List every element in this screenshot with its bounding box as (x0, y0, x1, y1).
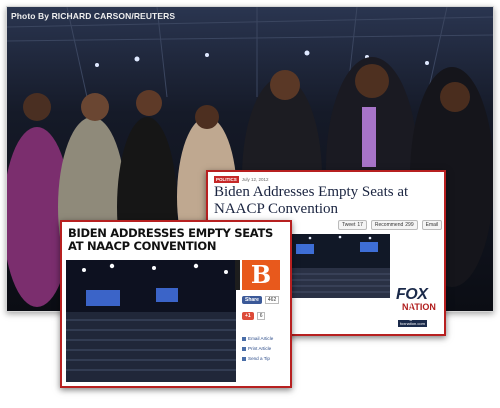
fox-caption: foxnation.com (398, 320, 427, 327)
article-meta: POLITICS July 12, 2012 (214, 176, 269, 183)
email-article-link[interactable]: Email Article (242, 334, 273, 344)
email-button[interactable]: Email (421, 220, 443, 230)
breitbart-article-image (66, 260, 236, 382)
facebook-share-button[interactable]: Share (242, 296, 262, 304)
recommend-count: 299 (405, 222, 414, 228)
print-article-link[interactable]: Print Article (242, 344, 273, 354)
empty-seats-image-small (290, 234, 390, 298)
article-date: July 12, 2012 (241, 177, 269, 182)
fox-article-image (290, 234, 390, 298)
fox-headline[interactable]: Biden Addresses Empty Seats at NAACP Con… (214, 184, 440, 218)
send-tip-label: Send a Tip (248, 356, 270, 361)
share-count: 462 (264, 296, 280, 304)
fox-share-bar: Tweet 17 Recommend 299 Email (338, 220, 443, 230)
recommend-button[interactable]: Recommend 299 (370, 220, 418, 230)
empty-seats-image-large (66, 260, 236, 382)
section-badge[interactable]: POLITICS (214, 176, 239, 183)
tweet-button[interactable]: Tweet 17 (338, 220, 367, 230)
print-article-label: Print Article (248, 346, 272, 351)
breitbart-logo-text: BREITBART (409, 300, 413, 321)
breitbart-headline[interactable]: BIDEN ADDRESSES EMPTY SEATS AT NAACP CON… (68, 227, 286, 253)
facebook-share: Share 462 (242, 296, 280, 304)
tip-icon (242, 357, 246, 361)
gplus-button[interactable]: +1 (242, 312, 254, 320)
email-article-label: Email Article (248, 336, 274, 341)
foxnation-logo: FOX NATION (394, 286, 440, 322)
gplus-count: 6 (256, 312, 266, 320)
tweet-label: Tweet (342, 222, 356, 228)
logo-nation: NATION (402, 302, 436, 312)
breitbart-logo-bar: BREITBART (235, 260, 413, 321)
envelope-icon (242, 337, 246, 341)
send-tip-link[interactable]: Send a Tip (242, 354, 273, 364)
tweet-count: 17 (357, 222, 363, 228)
printer-icon (242, 347, 246, 351)
breitbart-article-card: BIDEN ADDRESSES EMPTY SEATS AT NAACP CON… (60, 220, 413, 388)
photo-credit: Photo By RICHARD CARSON/REUTERS (11, 11, 176, 21)
article-tools: Email Article Print Article Send a Tip (242, 334, 273, 364)
gplus-share: +1 6 (242, 312, 266, 320)
email-label: Email (425, 222, 439, 228)
breitbart-logo: B (242, 260, 280, 290)
recommend-label: Recommend (374, 222, 404, 228)
